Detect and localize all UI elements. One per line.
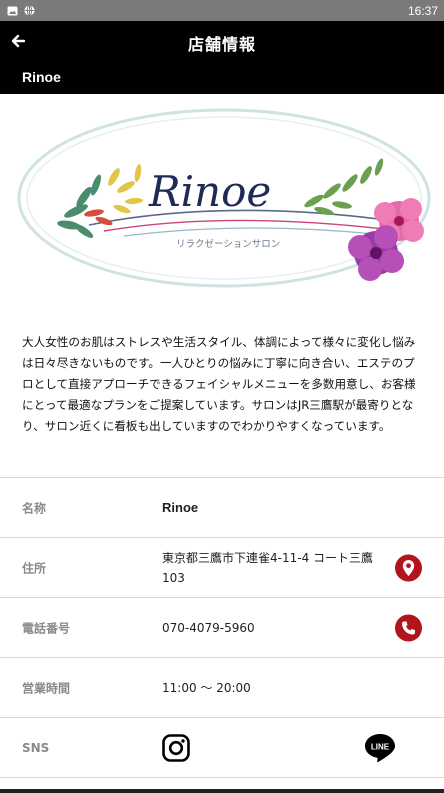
line-button[interactable]: LINE xyxy=(364,733,396,763)
phone-value: 070-4079-5960 xyxy=(162,620,255,635)
status-bar: 16:37 xyxy=(0,0,444,21)
name-value: Rinoe xyxy=(162,499,199,515)
logo-subtitle: リラクゼーションサロン xyxy=(176,238,280,250)
shop-info-table: 名称 Rinoe 住所 東京都三鷹市下連雀4-11-4 コート三鷹103 電話番… xyxy=(0,477,444,778)
map-button[interactable] xyxy=(395,554,422,581)
address-label: 住所 xyxy=(22,561,47,575)
status-time: 16:37 xyxy=(407,3,438,18)
instagram-icon xyxy=(162,733,190,762)
call-button[interactable] xyxy=(395,614,422,641)
info-row-address: 住所 東京都三鷹市下連雀4-11-4 コート三鷹103 xyxy=(0,538,444,598)
line-icon: LINE xyxy=(365,733,395,762)
page-title: 店舗情報 xyxy=(187,35,256,54)
shop-description: 大人女性のお肌はストレスや生活スタイル、体調によって様々に変化し悩みは日々尽きな… xyxy=(22,335,416,433)
info-row-sns: SNS LINE xyxy=(0,718,444,778)
phone-icon xyxy=(402,621,415,634)
app-header: 店舗情報 Rinoe xyxy=(0,21,444,94)
hours-label: 営業時間 xyxy=(22,681,71,695)
phone-label: 電話番号 xyxy=(22,621,71,635)
image-notification-icon xyxy=(6,5,18,17)
info-row-name: 名称 Rinoe xyxy=(0,478,444,538)
globe-notification-icon xyxy=(23,5,35,17)
instagram-button[interactable] xyxy=(162,733,190,762)
svg-text:LINE: LINE xyxy=(371,742,390,751)
bottom-edge xyxy=(0,789,444,793)
name-label: 名称 xyxy=(22,501,47,515)
info-row-phone: 電話番号 070-4079-5960 xyxy=(0,598,444,658)
map-pin-icon xyxy=(402,559,415,576)
sns-label: SNS xyxy=(22,740,50,755)
hours-value: 11:00 〜 20:00 xyxy=(162,680,251,695)
shop-logo: Rinoe リラクゼーションサロン xyxy=(14,103,434,303)
address-value: 東京都三鷹市下連雀4-11-4 コート三鷹103 xyxy=(162,550,374,585)
info-row-hours: 営業時間 11:00 〜 20:00 xyxy=(0,658,444,718)
shop-name-heading: Rinoe xyxy=(22,69,61,85)
logo-wordmark: Rinoe xyxy=(148,167,271,216)
